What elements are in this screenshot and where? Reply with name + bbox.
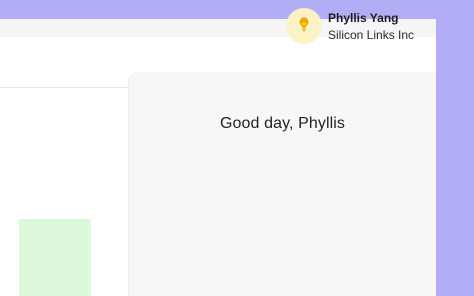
welcome-panel: Good day, Phyllis (128, 72, 436, 296)
avatar[interactable] (286, 8, 322, 44)
left-pane-header (0, 87, 128, 153)
greeting-text: Good day, Phyllis (219, 115, 346, 132)
app-window: Good day, Phyllis (0, 19, 436, 296)
user-company: Silicon Links Inc (328, 28, 415, 42)
lightbulb-icon (295, 15, 313, 38)
preview-tile[interactable] (19, 219, 91, 296)
user-name: Phyllis Yang (328, 11, 399, 25)
user-profile[interactable]: Phyllis Yang Silicon Links Inc (284, 0, 436, 53)
